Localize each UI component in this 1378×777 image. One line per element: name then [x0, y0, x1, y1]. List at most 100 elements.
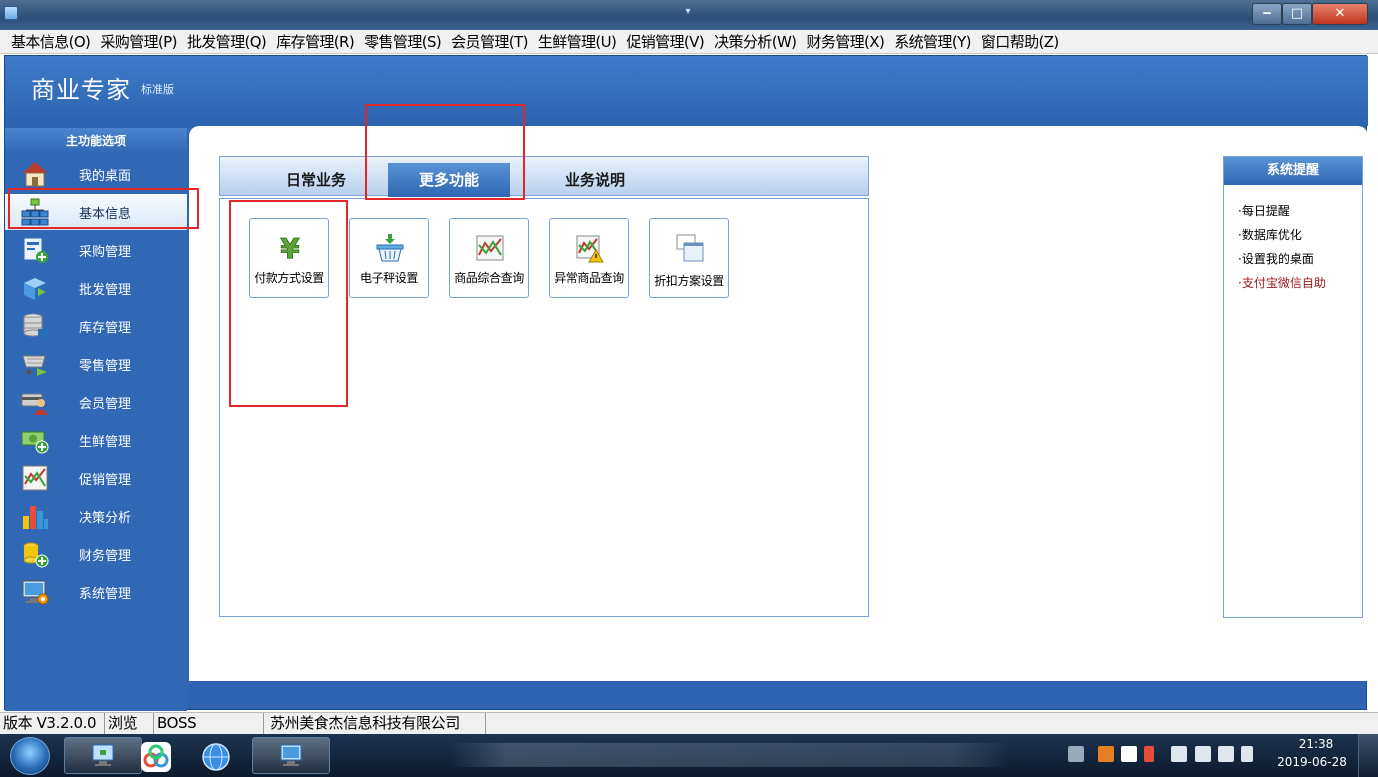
sidebar-item-wholesale[interactable]: 批发管理 — [5, 270, 187, 306]
sidebar-item-label: 会员管理 — [79, 396, 132, 412]
brand-edition: 标准版 — [141, 83, 174, 96]
app-icon — [90, 743, 116, 769]
menu-fresh[interactable]: 生鲜管理(U) — [533, 31, 621, 52]
menu-window-help[interactable]: 窗口帮助(Z) — [976, 31, 1064, 52]
highlight-box-sidebar — [8, 188, 199, 229]
flag-icon[interactable] — [1241, 746, 1253, 762]
tray-app-icon[interactable] — [1098, 746, 1114, 762]
sidebar-item-promotion[interactable]: 促销管理 — [5, 460, 187, 496]
wholesale-box-icon — [21, 274, 49, 302]
app-icon — [4, 6, 18, 20]
content-panel: 日常业务 更多功能 业务说明 ¥ 付款方式设置 电子秤设置 商品综合查询 异常商… — [189, 126, 1368, 681]
scale-basket-icon — [375, 233, 405, 263]
keyboard-icon[interactable] — [1068, 746, 1084, 762]
clock-date[interactable]: 2019-06-28 — [1272, 755, 1352, 769]
title-bar: ▾ ‒ □ ✕ — [0, 0, 1378, 30]
globe-icon — [201, 742, 230, 771]
function-label: 商品综合查询 — [454, 271, 524, 285]
status-mode: 浏览 — [105, 713, 154, 734]
tab-daily-business[interactable]: 日常业务 — [255, 163, 377, 197]
tray-battery-icon[interactable] — [1171, 746, 1187, 762]
discount-plan-button[interactable]: 折扣方案设置 — [649, 218, 729, 298]
sidebar-item-label: 生鲜管理 — [79, 434, 132, 450]
reminder-alipay-wechat-link[interactable]: ·支付宝微信自助 — [1238, 274, 1326, 291]
highlight-box-tab — [365, 104, 525, 200]
tray-cloud-icon[interactable] — [1121, 746, 1137, 762]
member-card-icon — [21, 388, 49, 416]
menu-wholesale[interactable]: 批发管理(Q) — [182, 31, 271, 52]
taskbar-blurred-region — [450, 743, 1010, 767]
computer-settings-icon — [21, 578, 49, 606]
sidebar-item-purchase[interactable]: 采购管理 — [5, 232, 187, 268]
maximize-button[interactable]: □ — [1282, 3, 1312, 25]
menu-member[interactable]: 会员管理(T) — [446, 31, 533, 52]
chevron-down-icon[interactable]: ▾ — [676, 4, 700, 20]
sidebar-item-label: 决策分析 — [79, 510, 132, 526]
clock-time[interactable]: 21:38 — [1280, 737, 1352, 751]
product-query-button[interactable]: 商品综合查询 — [449, 218, 529, 298]
start-button[interactable] — [10, 737, 50, 775]
reminder-db-optimize-link[interactable]: ·数据库优化 — [1238, 226, 1302, 243]
taskbar-app-remote[interactable] — [252, 737, 330, 774]
sidebar-item-desktop[interactable]: 我的桌面 — [5, 156, 187, 192]
function-label: 电子秤设置 — [359, 271, 418, 285]
reminder-header: 系统提醒 — [1224, 157, 1362, 185]
sidebar-item-label: 财务管理 — [79, 548, 132, 564]
sidebar-item-label: 零售管理 — [79, 358, 132, 374]
sidebar-item-member[interactable]: 会员管理 — [5, 384, 187, 420]
sidebar-item-label: 库存管理 — [79, 320, 132, 336]
warning-chart-icon — [575, 233, 605, 263]
taskbar-app-cloud[interactable] — [116, 737, 194, 774]
menu-basic-info[interactable]: 基本信息(O) — [6, 31, 95, 52]
sidebar-item-label: 我的桌面 — [79, 168, 132, 184]
scale-setting-button[interactable]: 电子秤设置 — [349, 218, 429, 298]
sidebar-header: 主功能选项 — [5, 128, 187, 154]
menu-system[interactable]: 系统管理(Y) — [889, 31, 976, 52]
menu-finance[interactable]: 财务管理(X) — [801, 31, 889, 52]
close-button[interactable]: ✕ — [1312, 3, 1368, 25]
cash-add-icon — [21, 426, 49, 454]
network-icon[interactable] — [1195, 746, 1211, 762]
menu-purchase[interactable]: 采购管理(P) — [95, 31, 182, 52]
sidebar-item-label: 采购管理 — [79, 244, 132, 260]
status-bar: 版本 V3.2.0.0 浏览 BOSS 苏州美食杰信息科技有限公司 — [0, 712, 1378, 734]
highlight-box-function — [229, 200, 348, 407]
house-icon — [21, 160, 49, 188]
minimize-button[interactable]: ‒ — [1252, 3, 1282, 25]
line-chart-icon — [21, 464, 49, 492]
sidebar-item-inventory[interactable]: 库存管理 — [5, 308, 187, 344]
sidebar-item-finance[interactable]: 财务管理 — [5, 536, 187, 572]
taskbar: 21:38 2019-06-28 — [0, 734, 1378, 777]
main-window: 商业专家 标准版 主功能选项 我的桌面 基本信息 采购管理 批发管理 库存管理 … — [4, 55, 1368, 711]
system-reminder-panel: 系统提醒 ·每日提醒 ·数据库优化 ·设置我的桌面 ·支付宝微信自助 — [1223, 156, 1363, 618]
tab-business-notes[interactable]: 业务说明 — [534, 163, 656, 197]
bar-chart-icon — [21, 502, 49, 530]
menu-retail[interactable]: 零售管理(S) — [359, 31, 446, 52]
coins-icon — [21, 540, 49, 568]
volume-icon[interactable] — [1218, 746, 1234, 762]
menu-inventory[interactable]: 库存管理(R) — [271, 31, 359, 52]
function-label: 异常商品查询 — [554, 271, 624, 285]
sidebar-item-system[interactable]: 系统管理 — [5, 574, 187, 610]
sidebar-item-label: 促销管理 — [79, 472, 132, 488]
function-label: 折扣方案设置 — [654, 274, 724, 288]
tab-bar: 日常业务 更多功能 业务说明 — [219, 156, 869, 197]
tray-arrow-icon[interactable] — [1144, 746, 1154, 762]
status-user: BOSS — [154, 713, 264, 734]
purchase-doc-icon — [21, 236, 49, 264]
show-desktop-button[interactable] — [1358, 734, 1378, 777]
header-band: 商业专家 标准版 — [5, 56, 1368, 126]
brand-title: 商业专家 — [31, 76, 131, 104]
sidebar-item-fresh[interactable]: 生鲜管理 — [5, 422, 187, 458]
cloud-icon — [141, 742, 171, 772]
reminder-set-desktop-link[interactable]: ·设置我的桌面 — [1238, 250, 1314, 267]
reminder-daily-link[interactable]: ·每日提醒 — [1238, 202, 1290, 219]
menu-promotion[interactable]: 促销管理(V) — [621, 31, 709, 52]
sidebar-item-decision[interactable]: 决策分析 — [5, 498, 187, 534]
abnormal-product-query-button[interactable]: 异常商品查询 — [549, 218, 629, 298]
window-icon — [675, 233, 705, 263]
menu-decision[interactable]: 决策分析(W) — [709, 31, 801, 52]
sidebar-item-retail[interactable]: 零售管理 — [5, 346, 187, 382]
sidebar-item-label: 系统管理 — [79, 586, 132, 602]
status-version: 版本 V3.2.0.0 — [0, 713, 105, 734]
